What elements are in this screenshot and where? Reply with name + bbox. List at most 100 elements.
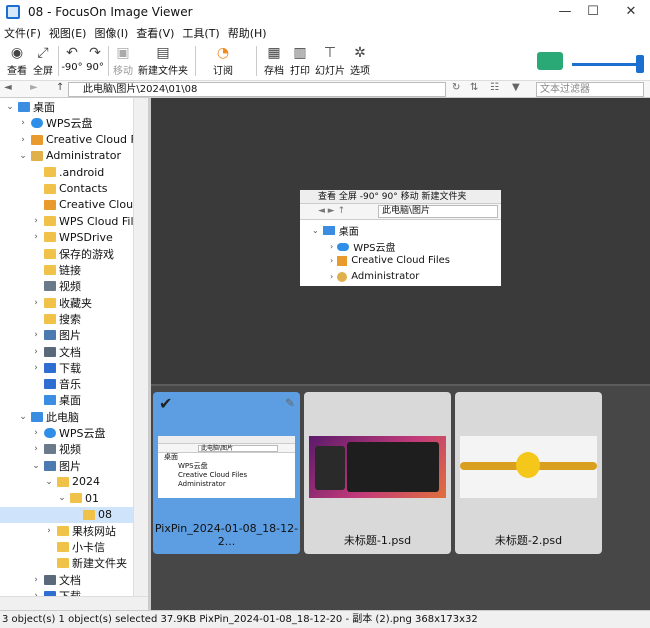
forward-icon[interactable]: ► (30, 82, 38, 93)
chevron-right-icon[interactable]: › (43, 526, 55, 536)
tree-item[interactable]: › 文档 (30, 572, 81, 588)
chevron-down-icon[interactable]: ⌄ (30, 461, 42, 471)
chevron-right-icon[interactable]: › (30, 232, 42, 242)
print-button[interactable]: ▥ 打印 (288, 44, 312, 78)
tree-item[interactable]: ⌄ 01 (56, 490, 99, 506)
tree-item[interactable]: › WPSDrive (30, 229, 113, 245)
menu-tools[interactable]: 工具(T) (178, 25, 223, 41)
new-folder-button[interactable]: ▤ 新建文件夹 (137, 44, 189, 78)
tree-item-label: Contacts (59, 182, 108, 195)
up-icon[interactable]: ↑ (56, 82, 64, 93)
thumbnail-card[interactable]: 未标题-1.psd (304, 392, 451, 554)
tree-item[interactable]: ⌄ 图片 (30, 458, 81, 474)
tree-item-label: 小卡信 (72, 541, 105, 555)
menu-image[interactable]: 图像(I) (90, 25, 132, 41)
text-filter-input[interactable]: 文本过滤器 (536, 82, 644, 97)
chevron-down-icon[interactable]: ⌄ (17, 412, 29, 422)
chevron-right-icon[interactable]: › (30, 298, 42, 308)
tree-horizontal-scrollbar[interactable] (0, 596, 148, 610)
chevron-right-icon[interactable]: › (30, 330, 42, 340)
tree-item[interactable]: › 收藏夹 (30, 295, 92, 311)
chevron-down-icon[interactable]: ⌄ (4, 102, 16, 112)
chevron-down-icon[interactable]: ⌄ (43, 477, 55, 487)
subscribe-button[interactable]: ◔ 订阅 (208, 44, 238, 78)
options-button[interactable]: ✲ 选项 (347, 44, 373, 78)
zoom-slider-thumb[interactable] (636, 55, 644, 73)
tree-item[interactable]: Contacts (30, 181, 108, 197)
chevron-down-icon[interactable]: ⌄ (17, 151, 29, 161)
tree-item-label: Administrator (46, 149, 121, 163)
tree-item[interactable]: 音乐 (30, 376, 81, 392)
tree-item[interactable]: ⌄ Administrator (17, 148, 121, 164)
tree-item[interactable]: › Creative Cloud Files (17, 132, 133, 148)
zoom-slider-track[interactable] (572, 63, 642, 66)
slideshow-button[interactable]: ⊤ 幻灯片 (314, 44, 346, 78)
chevron-right-icon[interactable]: › (30, 575, 42, 585)
chevron-right-icon[interactable]: › (17, 118, 29, 128)
thumbnail-image (309, 436, 446, 498)
thumbnail-card[interactable]: ✔ ✎ 此电脑\图片 桌面 WPS云盘 Creative Cloud Files… (153, 392, 300, 554)
tree-item[interactable]: 08 (0, 506, 133, 523)
folder-icon (57, 525, 69, 536)
tree-item[interactable]: .android (30, 164, 104, 180)
path-input[interactable]: 此电脑\图片\2024\01\08 (68, 82, 446, 97)
tree-item-label: 此电脑 (46, 410, 79, 424)
tree-item[interactable]: › 图片 (30, 327, 81, 343)
maximize-button[interactable]: ☐ (576, 0, 610, 24)
tree-item[interactable]: › WPS Cloud Files (30, 213, 133, 229)
tree-item[interactable]: › WPS云盘 (17, 115, 93, 131)
view-button[interactable]: ◉ 查看 (4, 44, 30, 78)
chevron-right-icon[interactable]: › (30, 347, 42, 357)
chevron-right-icon[interactable]: › (30, 216, 42, 226)
tree-item[interactable]: › 视频 (30, 441, 81, 457)
menu-look[interactable]: 查看(V) (132, 25, 178, 41)
save-button[interactable]: ▦ 存档 (260, 44, 288, 78)
tree-item[interactable]: › 果核网站 (43, 523, 116, 539)
tree-item[interactable]: Creative Cloud Files (30, 197, 133, 213)
back-icon[interactable]: ◄ (4, 82, 12, 93)
address-bar: ◄ ► ↑ 此电脑\图片\2024\01\08 ↻ ⇅ ☷ ▼ 文本过滤器 (0, 80, 650, 98)
move-button[interactable]: ▣ 移动 (110, 44, 136, 78)
tree-item[interactable]: 搜索 (30, 311, 81, 327)
menu-file[interactable]: 文件(F) (0, 25, 45, 41)
chevron-right-icon[interactable]: › (17, 135, 29, 145)
tree-item-label: 保存的游戏 (59, 247, 114, 261)
chevron-right-icon[interactable]: › (30, 363, 42, 373)
chevron-right-icon[interactable]: › (30, 444, 42, 454)
menu-help[interactable]: 帮助(H) (224, 25, 271, 41)
tree-item[interactable]: 链接 (30, 262, 81, 278)
refresh-icon[interactable]: ↻ (452, 82, 460, 93)
menu-view[interactable]: 视图(E) (45, 25, 91, 41)
tree-vertical-scrollbar[interactable] (133, 98, 148, 596)
view-mode-icon[interactable]: ☷ (490, 82, 499, 93)
tree-item[interactable]: ›下载 (30, 360, 81, 376)
folder-icon (57, 558, 69, 569)
tree-item[interactable]: ⌄ 此电脑 (17, 409, 79, 425)
tree-item[interactable]: › 文档 (30, 344, 81, 360)
tree-item[interactable]: ›下载 (30, 588, 81, 596)
thumbnail-card[interactable]: 未标题-2.psd (455, 392, 602, 554)
tree-item[interactable]: ⌄ 2024 (43, 474, 100, 490)
rotate-right-button[interactable]: ↷ 90° (84, 44, 106, 78)
filter-icon[interactable]: ▼ (512, 82, 520, 93)
close-button[interactable]: ✕ (614, 0, 648, 24)
tree-item[interactable]: 小卡信 (43, 539, 105, 555)
tree-item[interactable]: ⌄ 桌面 (4, 99, 55, 115)
chevron-right-icon[interactable]: › (30, 428, 42, 438)
tree-item-label: 视频 (59, 443, 81, 457)
chevron-down-icon[interactable]: ⌄ (56, 493, 68, 503)
title-bar: 08 - FocusOn Image Viewer — ☐ ✕ (0, 0, 650, 24)
toolbar-divider (58, 46, 59, 76)
tree-item[interactable]: 保存的游戏 (30, 246, 114, 262)
tree-item[interactable]: 视频 (30, 278, 81, 294)
toolbar-divider (108, 46, 109, 76)
tree-item[interactable]: 新建文件夹 (43, 555, 127, 571)
tree-item-label: WPS云盘 (46, 117, 93, 131)
tree-item[interactable]: 桌面 (30, 392, 81, 408)
tree-item-label: Creative Cloud Files (59, 198, 133, 212)
tree-item[interactable]: › WPS云盘 (30, 425, 105, 441)
rotate-left-button[interactable]: ↶ -90° (60, 44, 84, 78)
sort-icon[interactable]: ⇅ (470, 82, 478, 93)
fullscreen-button[interactable]: ⤢ 全屏 (30, 44, 56, 78)
desktop-icon (44, 395, 56, 406)
